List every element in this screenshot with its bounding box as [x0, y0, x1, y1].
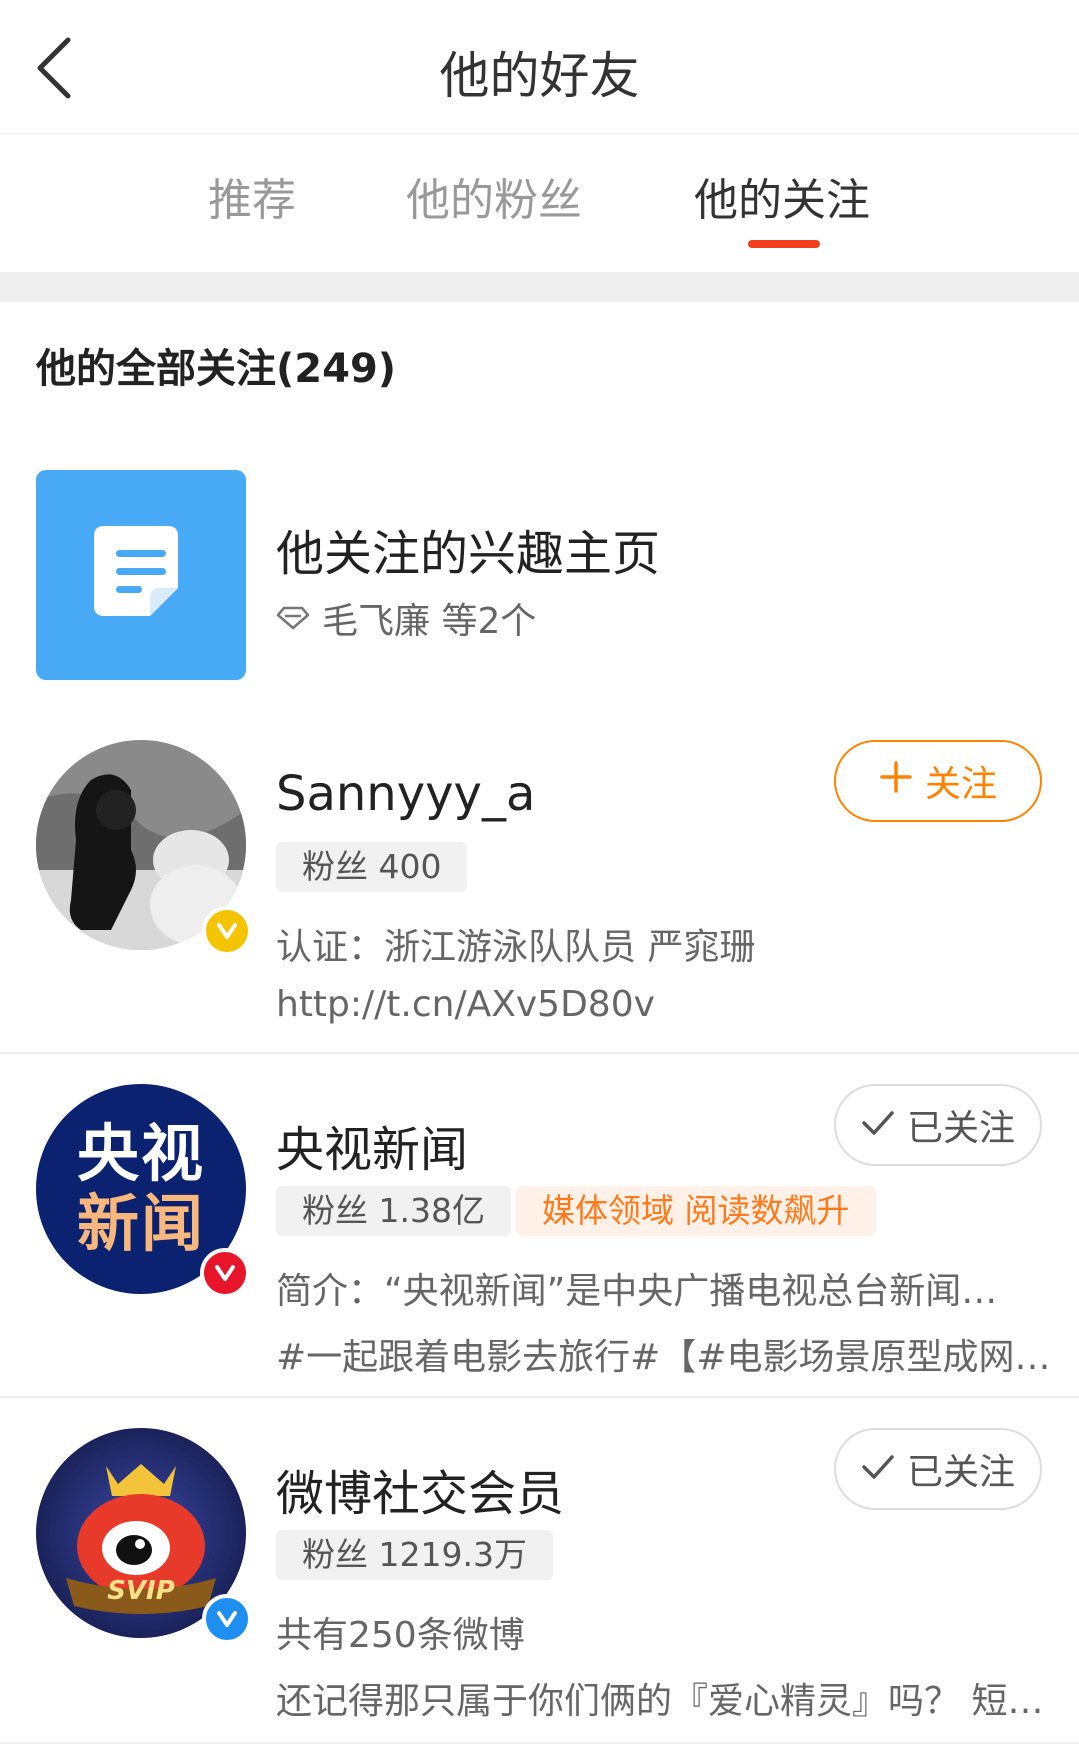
interest-title: 他关注的兴趣主页	[276, 526, 661, 582]
section-separator	[0, 272, 1079, 302]
check-icon	[861, 1449, 895, 1490]
document-icon	[36, 470, 246, 680]
user-name[interactable]: Sannyyy_a	[276, 766, 535, 822]
tab-recommend[interactable]: 推荐	[208, 164, 296, 228]
tab-bar: 推荐 他的粉丝 他的关注	[0, 134, 1079, 272]
followed-button[interactable]: 已关注	[834, 1084, 1042, 1166]
user-item[interactable]: 央视 新闻 央视新闻 粉丝 1.38亿 媒体领域 阅读数飙升 简介：“央视新闻”…	[0, 1084, 1079, 1396]
user-item[interactable]: SVIP 微博社交会员 粉丝 1219.3万 共有250条微博 还记得那只属于你…	[0, 1428, 1079, 1740]
verified-badge-icon	[202, 906, 252, 956]
avatar-text-bottom: 新闻	[76, 1187, 205, 1260]
user-line2[interactable]: http://t.cn/AXv5D80v	[276, 984, 655, 1025]
user-line1: 认证：浙江游泳队队员 严窕珊	[276, 927, 756, 968]
user-item[interactable]: Sannyyy_a 粉丝 400 认证：浙江游泳队队员 严窕珊 http://t…	[0, 740, 1079, 1052]
interest-pages-item[interactable]: 他关注的兴趣主页 毛飞廉 等2个	[0, 470, 1079, 680]
interest-subtitle-row: 毛飞廉 等2个	[276, 592, 536, 644]
page-title: 他的好友	[439, 47, 640, 105]
divider	[0, 1396, 1079, 1398]
divider	[0, 1052, 1079, 1054]
verified-badge-icon	[202, 1594, 252, 1644]
plus-icon	[879, 760, 913, 803]
active-tab-indicator	[748, 240, 820, 248]
top-bar: 他的好友	[0, 0, 1079, 134]
user-line2: #一起跟着电影去旅行#【#电影场景原型成网…	[276, 1337, 1051, 1378]
follow-button[interactable]: 关注	[834, 740, 1042, 822]
section-title: 他的全部关注(249)	[36, 346, 397, 392]
avatar-text-top: 央视	[76, 1117, 205, 1190]
user-line2: 还记得那只属于你们俩的『爱心精灵』吗？ 短…	[276, 1681, 1044, 1722]
followed-button-label: 已关注	[906, 1452, 1015, 1493]
tab-following[interactable]: 他的关注	[694, 164, 870, 228]
verified-badge-icon	[200, 1248, 250, 1298]
fans-count: 粉丝 1.38亿	[276, 1186, 511, 1236]
fans-count: 粉丝 400	[276, 842, 468, 892]
follow-button-label: 关注	[924, 764, 997, 805]
tab-followers[interactable]: 他的粉丝	[406, 164, 582, 228]
user-line1: 共有250条微博	[276, 1615, 525, 1656]
field-tag: 媒体领域 阅读数飙升	[516, 1186, 876, 1236]
fans-count: 粉丝 1219.3万	[276, 1530, 553, 1580]
interest-subtitle: 毛飞廉 等2个	[322, 601, 537, 642]
followed-button[interactable]: 已关注	[834, 1428, 1042, 1510]
user-line1: 简介：“央视新闻”是中央广播电视总台新闻…	[276, 1271, 998, 1312]
check-icon	[861, 1105, 895, 1146]
user-name[interactable]: 微博社交会员	[276, 1454, 564, 1524]
divider	[0, 1742, 1079, 1744]
followed-button-label: 已关注	[906, 1108, 1015, 1149]
user-name[interactable]: 央视新闻	[276, 1110, 468, 1180]
diamond-icon	[276, 598, 310, 639]
